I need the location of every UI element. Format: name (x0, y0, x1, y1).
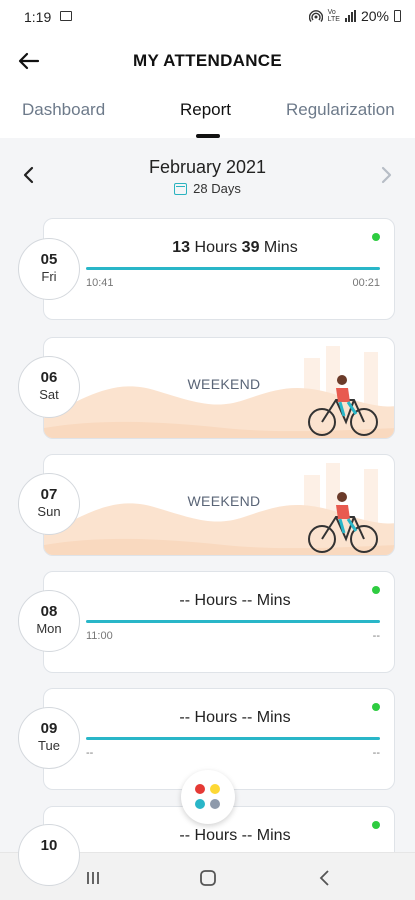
check-out-time: -- (372, 630, 380, 642)
check-out-time: 00:21 (352, 277, 380, 289)
duration-bar (86, 267, 380, 270)
apps-dots-icon[interactable] (181, 770, 235, 824)
back-icon[interactable] (314, 867, 336, 889)
volte-icon: Vo LTE (327, 9, 340, 23)
date-number: 08 (40, 603, 58, 620)
chevron-right-icon[interactable] (375, 164, 397, 186)
days-count: 28 Days (0, 181, 415, 196)
check-in-time: 11:00 (86, 630, 113, 642)
attendance-card[interactable]: -- Hours -- Mins 11:00 -- (43, 571, 395, 673)
status-icons: Vo LTE 20% (308, 8, 401, 24)
check-out-time: -- (372, 747, 380, 759)
date-badge: 08 Mon (18, 590, 80, 652)
date-number: 10 (40, 837, 58, 854)
date-badge: 09 Tue (18, 707, 80, 769)
weekend-card[interactable]: WEEKEND (43, 337, 395, 439)
weekend-label: WEEKEND (187, 493, 261, 509)
attendance-card[interactable]: 13 Hours 39 Mins 10:41 00:21 (43, 218, 395, 320)
worked-duration: -- Hours -- Mins (179, 827, 291, 844)
day-of-week: Fri (41, 269, 57, 284)
weekend-card[interactable]: WEEKEND (43, 454, 395, 556)
date-badge: 10 (18, 824, 80, 886)
hotspot-icon (308, 10, 323, 22)
tab-bar: Dashboard Report Regularization (0, 86, 415, 138)
tab-regularization[interactable]: Regularization (286, 100, 395, 120)
worked-duration: 13 Hours 39 Mins (172, 239, 298, 256)
check-in-time: -- (86, 747, 94, 759)
month-label: February 2021 (148, 157, 267, 177)
day-of-week: Tue (38, 738, 60, 753)
date-number: 07 (40, 486, 58, 503)
home-icon[interactable] (197, 867, 219, 889)
app-bar: MY ATTENDANCE (0, 34, 415, 86)
duration-bar (86, 620, 380, 623)
tab-report[interactable]: Report (180, 100, 231, 120)
day-of-week: Mon (36, 621, 62, 636)
date-number: 06 (40, 369, 58, 386)
signal-icon (344, 10, 356, 22)
date-badge: 07 Sun (18, 473, 80, 535)
dot-grey (210, 799, 220, 809)
recents-icon[interactable] (82, 867, 104, 889)
check-in-time: 10:41 (86, 277, 114, 289)
day-of-week: Sun (37, 504, 61, 519)
status-bar: 1:19 Vo LTE 20% (0, 0, 415, 34)
status-time: 1:19 (24, 9, 52, 25)
image-icon (60, 11, 72, 21)
dot-red (195, 784, 205, 794)
tab-dashboard[interactable]: Dashboard (22, 100, 105, 120)
date-number: 05 (40, 251, 58, 268)
battery-percent: 20% (360, 8, 389, 24)
day-of-week: Sat (39, 387, 59, 402)
dot-yellow (210, 784, 220, 794)
worked-duration: -- Hours -- Mins (179, 709, 291, 726)
month-navigator: February 2021 28 Days (0, 142, 415, 204)
active-tab-indicator (196, 134, 220, 138)
battery-icon (394, 10, 401, 22)
page-title: MY ATTENDANCE (132, 51, 283, 70)
date-number: 09 (40, 720, 58, 737)
duration-bar (86, 737, 380, 740)
date-badge: 06 Sat (18, 356, 80, 418)
calendar-icon (174, 182, 188, 195)
weekend-label: WEEKEND (187, 376, 261, 392)
dot-teal (195, 799, 205, 809)
days-count-label: 28 Days (193, 181, 241, 196)
worked-duration: -- Hours -- Mins (179, 592, 291, 609)
date-badge: 05 Fri (18, 238, 80, 300)
